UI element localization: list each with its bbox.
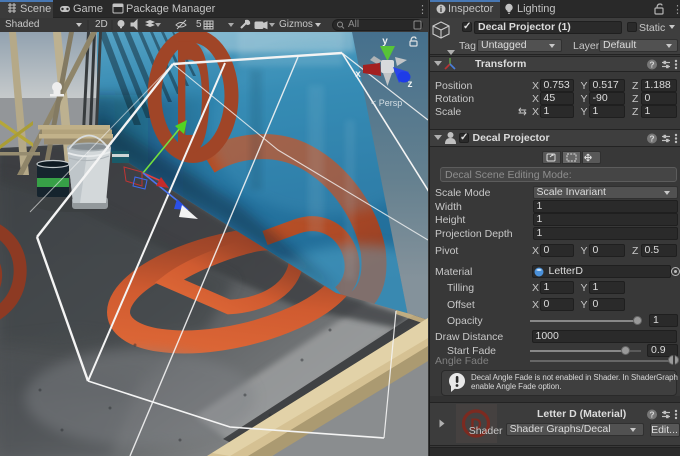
svg-text:< Persp: < Persp <box>371 98 402 108</box>
svg-text:?: ? <box>649 409 654 419</box>
svg-text:i: i <box>440 5 442 14</box>
svg-text:y: y <box>382 36 388 47</box>
svg-text:x: x <box>355 69 361 80</box>
svg-text:z: z <box>408 79 413 90</box>
svg-text:D: D <box>175 32 212 188</box>
svg-text:?: ? <box>649 133 654 143</box>
svg-text:?: ? <box>649 60 654 70</box>
